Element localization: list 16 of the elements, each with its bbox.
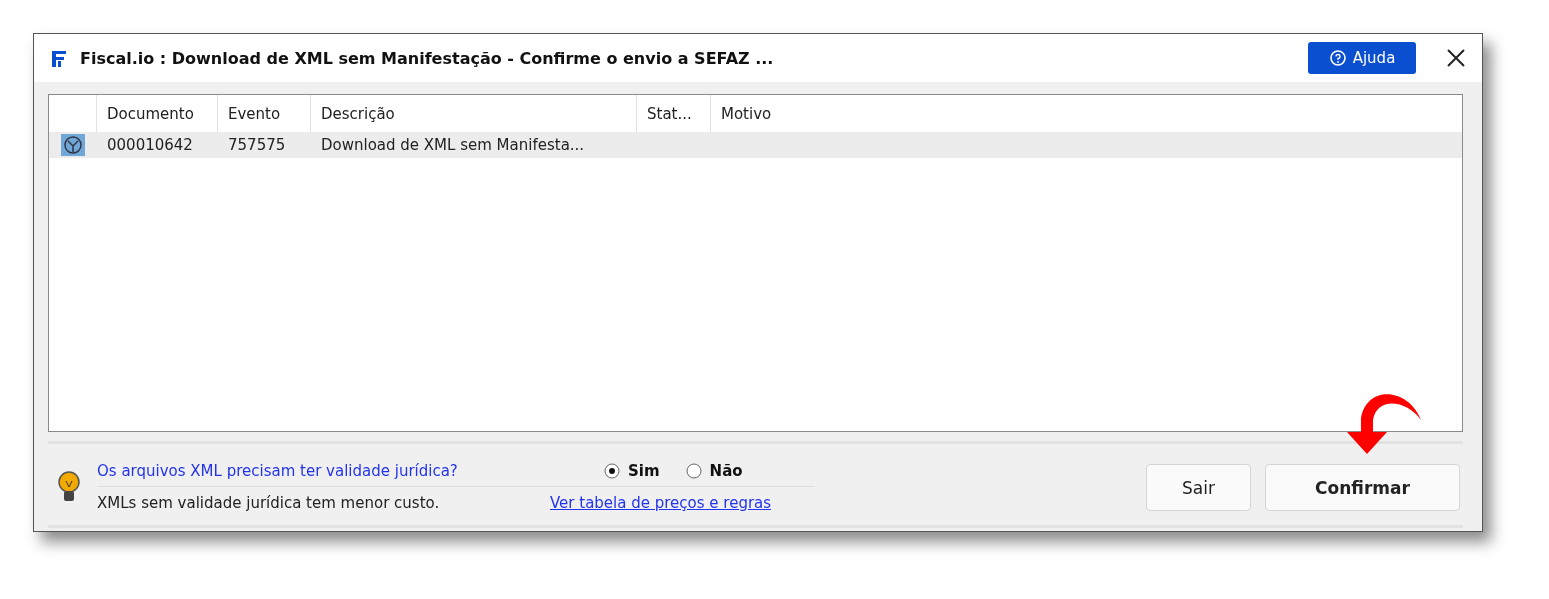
column-header[interactable]: Motivo xyxy=(711,95,1462,132)
table-cell-text: Download de XML sem Manifesta... xyxy=(320,136,586,154)
radio-option[interactable]: Sim xyxy=(604,462,660,480)
confirm-button[interactable]: Confirmar xyxy=(1265,464,1460,511)
event-icon xyxy=(61,134,85,156)
question-text: Os arquivos XML precisam ter validade jurídica? xyxy=(97,462,459,480)
info-text: XMLs sem validade jurídica tem menor custo. xyxy=(97,494,441,512)
table-cell-text: 000010642 xyxy=(106,136,194,154)
window-title: Fiscal.io : Download de XML sem Manifestação - Confirme o envio a SEFAZ ... xyxy=(80,48,775,68)
radio-option[interactable]: Não xyxy=(685,462,743,480)
exit-button[interactable]: Sair xyxy=(1146,464,1251,511)
table-row[interactable]: 000010642 757575 Download de XML sem Manifesta... xyxy=(49,132,1462,158)
pricing-link[interactable]: Ver tabela de preços e regras xyxy=(550,494,772,512)
help-button[interactable]: Ajuda xyxy=(1308,42,1416,74)
help-icon xyxy=(1328,49,1347,67)
table-cell-text: 757575 xyxy=(227,136,287,154)
